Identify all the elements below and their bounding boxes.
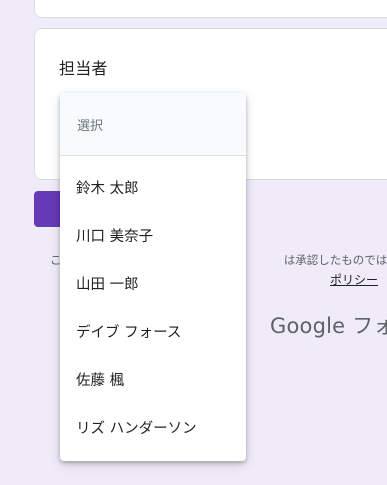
dropdown-option[interactable]: 川口 美奈子 — [60, 213, 246, 261]
dropdown-divider — [60, 156, 246, 165]
dropdown-option[interactable]: 佐藤 楓 — [60, 357, 246, 405]
question-title: 担当者 — [59, 59, 108, 78]
dropdown-option[interactable]: リズ ハンダーソン — [60, 405, 246, 453]
dropdown-placeholder-label: 選択 — [77, 119, 104, 134]
form-page: 担当者 送 こ は承認したものではありま ポリシー Google フォ 選択 鈴… — [0, 0, 387, 485]
assignee-dropdown-menu[interactable]: 選択 鈴木 太郎 川口 美奈子 山田 一郎 デイブ フォース 佐藤 楓 リズ ハ… — [60, 93, 246, 461]
dropdown-placeholder-item[interactable]: 選択 — [60, 93, 246, 156]
dropdown-option[interactable]: 鈴木 太郎 — [60, 165, 246, 213]
dropdown-option[interactable]: 山田 一郎 — [60, 261, 246, 309]
previous-question-card — [34, 0, 387, 18]
dropdown-option[interactable]: デイブ フォース — [60, 309, 246, 357]
disclaimer-right: は承認したものではありま — [283, 253, 387, 267]
google-forms-logo[interactable]: Google フォ — [270, 310, 387, 340]
privacy-policy-link[interactable]: ポリシー — [330, 271, 378, 288]
